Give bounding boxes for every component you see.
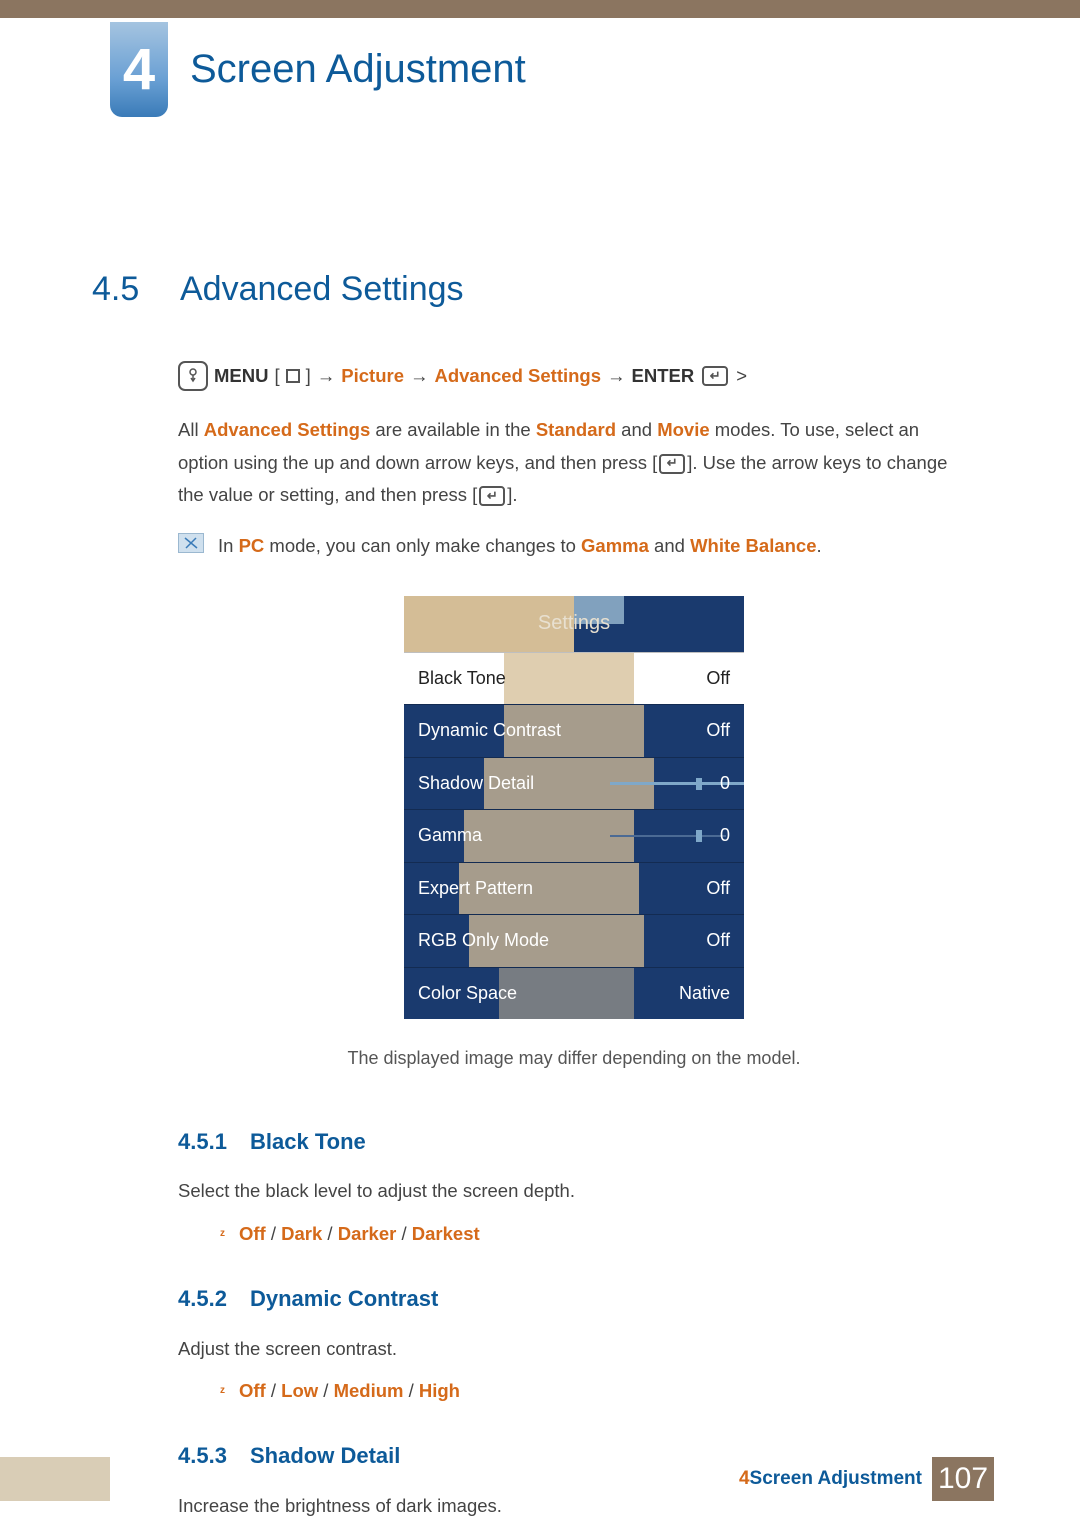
osd-row-shadow-detail: Shadow Detail 0 [404,757,744,810]
chapter-title: Screen Adjustment [190,47,526,92]
subsection-number: 4.5.1 [178,1123,236,1162]
subsection-title: Black Tone [250,1123,366,1162]
remote-icon [178,361,208,391]
section-number: 4.5 [92,270,180,309]
menu-button-icon [286,369,300,383]
page-footer: 4 Screen Adjustment 107 [0,1457,1080,1501]
osd-row-black-tone: Black Tone Off [404,652,744,705]
nav-bracket-right: ] [306,360,311,392]
bullet-icon: z [220,1225,225,1243]
note-icon [178,533,204,553]
nav-advanced-settings: Advanced Settings [434,360,601,392]
osd-title-bar: Settings [404,596,744,652]
options-list: z Off / Dark / Darker / Darkest [220,1218,970,1250]
subsection-dynamic-contrast: 4.5.2 Dynamic Contrast Adjust the screen… [178,1280,970,1407]
enter-button-icon [659,454,685,474]
nav-gt: > [736,360,747,392]
slider-icon [610,830,702,842]
bullet-icon: z [220,1382,225,1400]
nav-enter-label: ENTER [632,360,695,392]
note-block: In PC mode, you can only make changes to… [178,530,970,562]
osd-menu-screenshot: Settings Black Tone Off Dynamic Contrast… [404,596,744,1020]
subsection-title: Dynamic Contrast [250,1280,438,1319]
osd-row-gamma: Gamma 0 [404,809,744,862]
slider-icon [610,778,702,790]
options-list: z Off / Low / Medium / High [220,1375,970,1407]
osd-title: Settings [538,606,610,641]
osd-row-dynamic-contrast: Dynamic Contrast Off [404,704,744,757]
subsection-desc: Select the black level to adjust the scr… [178,1175,970,1207]
top-decor-bar [0,0,1080,18]
footer-decor [0,1457,110,1501]
intro-paragraph: All Advanced Settings are available in t… [178,414,970,511]
chapter-number-badge: 4 [110,22,168,117]
section-title: Advanced Settings [180,270,464,309]
osd-row-rgb-only-mode: RGB Only Mode Off [404,914,744,967]
arrow-icon: → [410,360,429,392]
footer-chapter-label: 4 Screen Adjustment [729,1457,932,1501]
menu-navigation-path: MENU [ ] → Picture → Advanced Settings →… [178,360,970,392]
enter-button-icon [479,486,505,506]
image-caption: The displayed image may differ depending… [178,1043,970,1075]
page-number: 107 [932,1457,994,1501]
content-area: MENU [ ] → Picture → Advanced Settings →… [178,360,970,1530]
nav-bracket-left: [ [274,360,279,392]
enter-button-icon [702,366,728,386]
arrow-icon: → [317,360,336,392]
nav-picture: Picture [341,360,404,392]
nav-menu-label: MENU [214,360,268,392]
subsection-number: 4.5.2 [178,1280,236,1319]
section-heading: 4.5 Advanced Settings [92,270,464,309]
arrow-icon: → [607,360,626,392]
note-text: In PC mode, you can only make changes to… [218,530,822,562]
osd-row-expert-pattern: Expert Pattern Off [404,862,744,915]
subsection-black-tone: 4.5.1 Black Tone Select the black level … [178,1123,970,1250]
osd-row-color-space: Color Space Native [404,967,744,1020]
chapter-header: 4 Screen Adjustment [110,22,1080,117]
subsection-desc: Adjust the screen contrast. [178,1333,970,1365]
